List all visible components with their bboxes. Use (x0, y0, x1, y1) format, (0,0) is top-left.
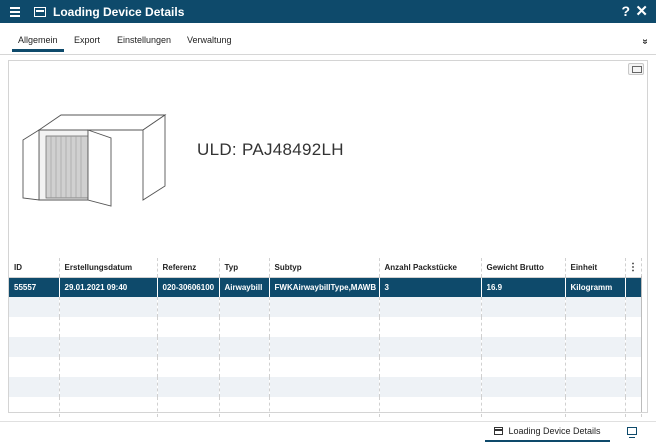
empty-row (9, 397, 642, 417)
status-tab-loading-device-details[interactable]: Loading Device Details (485, 422, 610, 442)
column-header-subtyp[interactable]: Subtyp (269, 258, 380, 278)
cell-einheit: Kilogramm (565, 277, 626, 297)
uld-label: ULD: PAJ48492LH (197, 140, 344, 159)
column-header-id[interactable]: ID (9, 258, 60, 278)
column-header-typ[interactable]: Typ (219, 258, 270, 278)
cell-spacer (625, 277, 642, 297)
table-scrollbar[interactable] (641, 276, 647, 412)
monitor-icon[interactable] (628, 63, 644, 75)
empty-row (9, 337, 642, 357)
cell-anzahl-packstuecke: 3 (379, 277, 482, 297)
table-row[interactable]: 55557 29.01.2021 09:40 020-30606100 Airw… (9, 277, 642, 297)
hamburger-menu-icon[interactable] (4, 0, 26, 23)
details-panel: ULD: PAJ48492LH ID Erstellungsdatum Refe… (8, 60, 648, 417)
title-bar: Loading Device Details ? ✕ (0, 0, 656, 23)
tab-allgemein[interactable]: Allgemein (12, 35, 63, 52)
shipments-table: ID Erstellungsdatum Referenz Typ Subtyp … (9, 258, 642, 417)
column-header-referenz[interactable]: Referenz (157, 258, 220, 278)
tab-export[interactable]: Export (74, 35, 100, 45)
uld-container-image (22, 114, 167, 207)
window-icon (494, 427, 504, 435)
status-tab-label: Loading Device Details (508, 426, 601, 436)
cell-id: 55557 (9, 277, 60, 297)
cell-typ: Airwaybill (219, 277, 270, 297)
tab-einstellungen[interactable]: Einstellungen (117, 35, 171, 45)
tab-verwaltung[interactable]: Verwaltung (187, 35, 232, 45)
column-header-anzahl-packstuecke[interactable]: Anzahl Packstücke (379, 258, 482, 278)
more-tabs-chevron-icon[interactable]: » (640, 39, 651, 45)
column-menu-icon[interactable]: ⋮ (625, 258, 642, 278)
cell-gewicht-brutto: 16.9 (481, 277, 566, 297)
empty-row (9, 297, 642, 317)
empty-row (9, 357, 642, 377)
column-header-gewicht-brutto[interactable]: Gewicht Brutto (481, 258, 566, 278)
window-title: Loading Device Details (53, 4, 185, 19)
cell-erstellungsdatum: 29.01.2021 09:40 (59, 277, 158, 297)
monitor-icon[interactable] (627, 427, 637, 438)
cell-referenz: 020-30606100 (157, 277, 220, 297)
column-header-einheit[interactable]: Einheit (565, 258, 626, 278)
close-button[interactable]: ✕ (635, 2, 648, 20)
empty-row (9, 317, 642, 337)
window-icon (34, 6, 46, 17)
help-button[interactable]: ? (621, 3, 630, 19)
cell-subtyp: FWKAirwaybillType,MAWB (269, 277, 380, 297)
status-bar: Loading Device Details (0, 421, 656, 442)
tab-bar: Allgemein Export Einstellungen Verwaltun… (0, 23, 656, 55)
table-header: ID Erstellungsdatum Referenz Typ Subtyp … (9, 258, 642, 278)
column-header-erstellungsdatum[interactable]: Erstellungsdatum (59, 258, 158, 278)
empty-row (9, 377, 642, 397)
